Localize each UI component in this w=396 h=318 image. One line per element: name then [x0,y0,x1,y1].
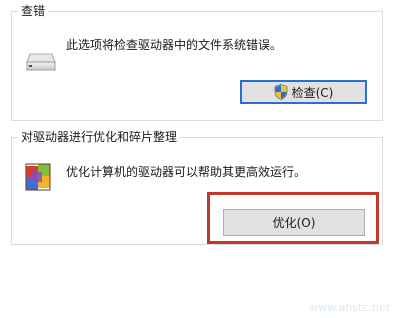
defrag-icon [22,160,56,194]
error-checking-group: 查错 此选项将检查驱动器中的文件系统错误。 检查(C) [11,4,383,121]
drive-tools-page: 查错 此选项将检查驱动器中的文件系统错误。 检查(C) 对驱动器进行优化和碎片整… [0,0,396,318]
drive-icon [26,50,56,72]
optimize-title: 对驱动器进行优化和碎片整理 [18,130,181,145]
optimize-description: 优化计算机的驱动器可以帮助其更高效运行。 [66,165,307,179]
watermark-text: www.ahstc.net [309,301,390,314]
check-button[interactable]: 检查(C) [240,80,367,104]
uac-shield-icon [274,84,288,100]
optimize-button[interactable]: 优化(O) [223,209,365,236]
optimize-group: 对驱动器进行优化和碎片整理 优化计算机的驱动器可以帮助其更高效运行。 优化(O) [11,130,383,245]
error-checking-description: 此选项将检查驱动器中的文件系统错误。 [66,38,283,52]
check-button-label: 检查(C) [291,85,334,100]
optimize-button-label: 优化(O) [272,216,316,230]
error-checking-title: 查错 [18,4,49,19]
